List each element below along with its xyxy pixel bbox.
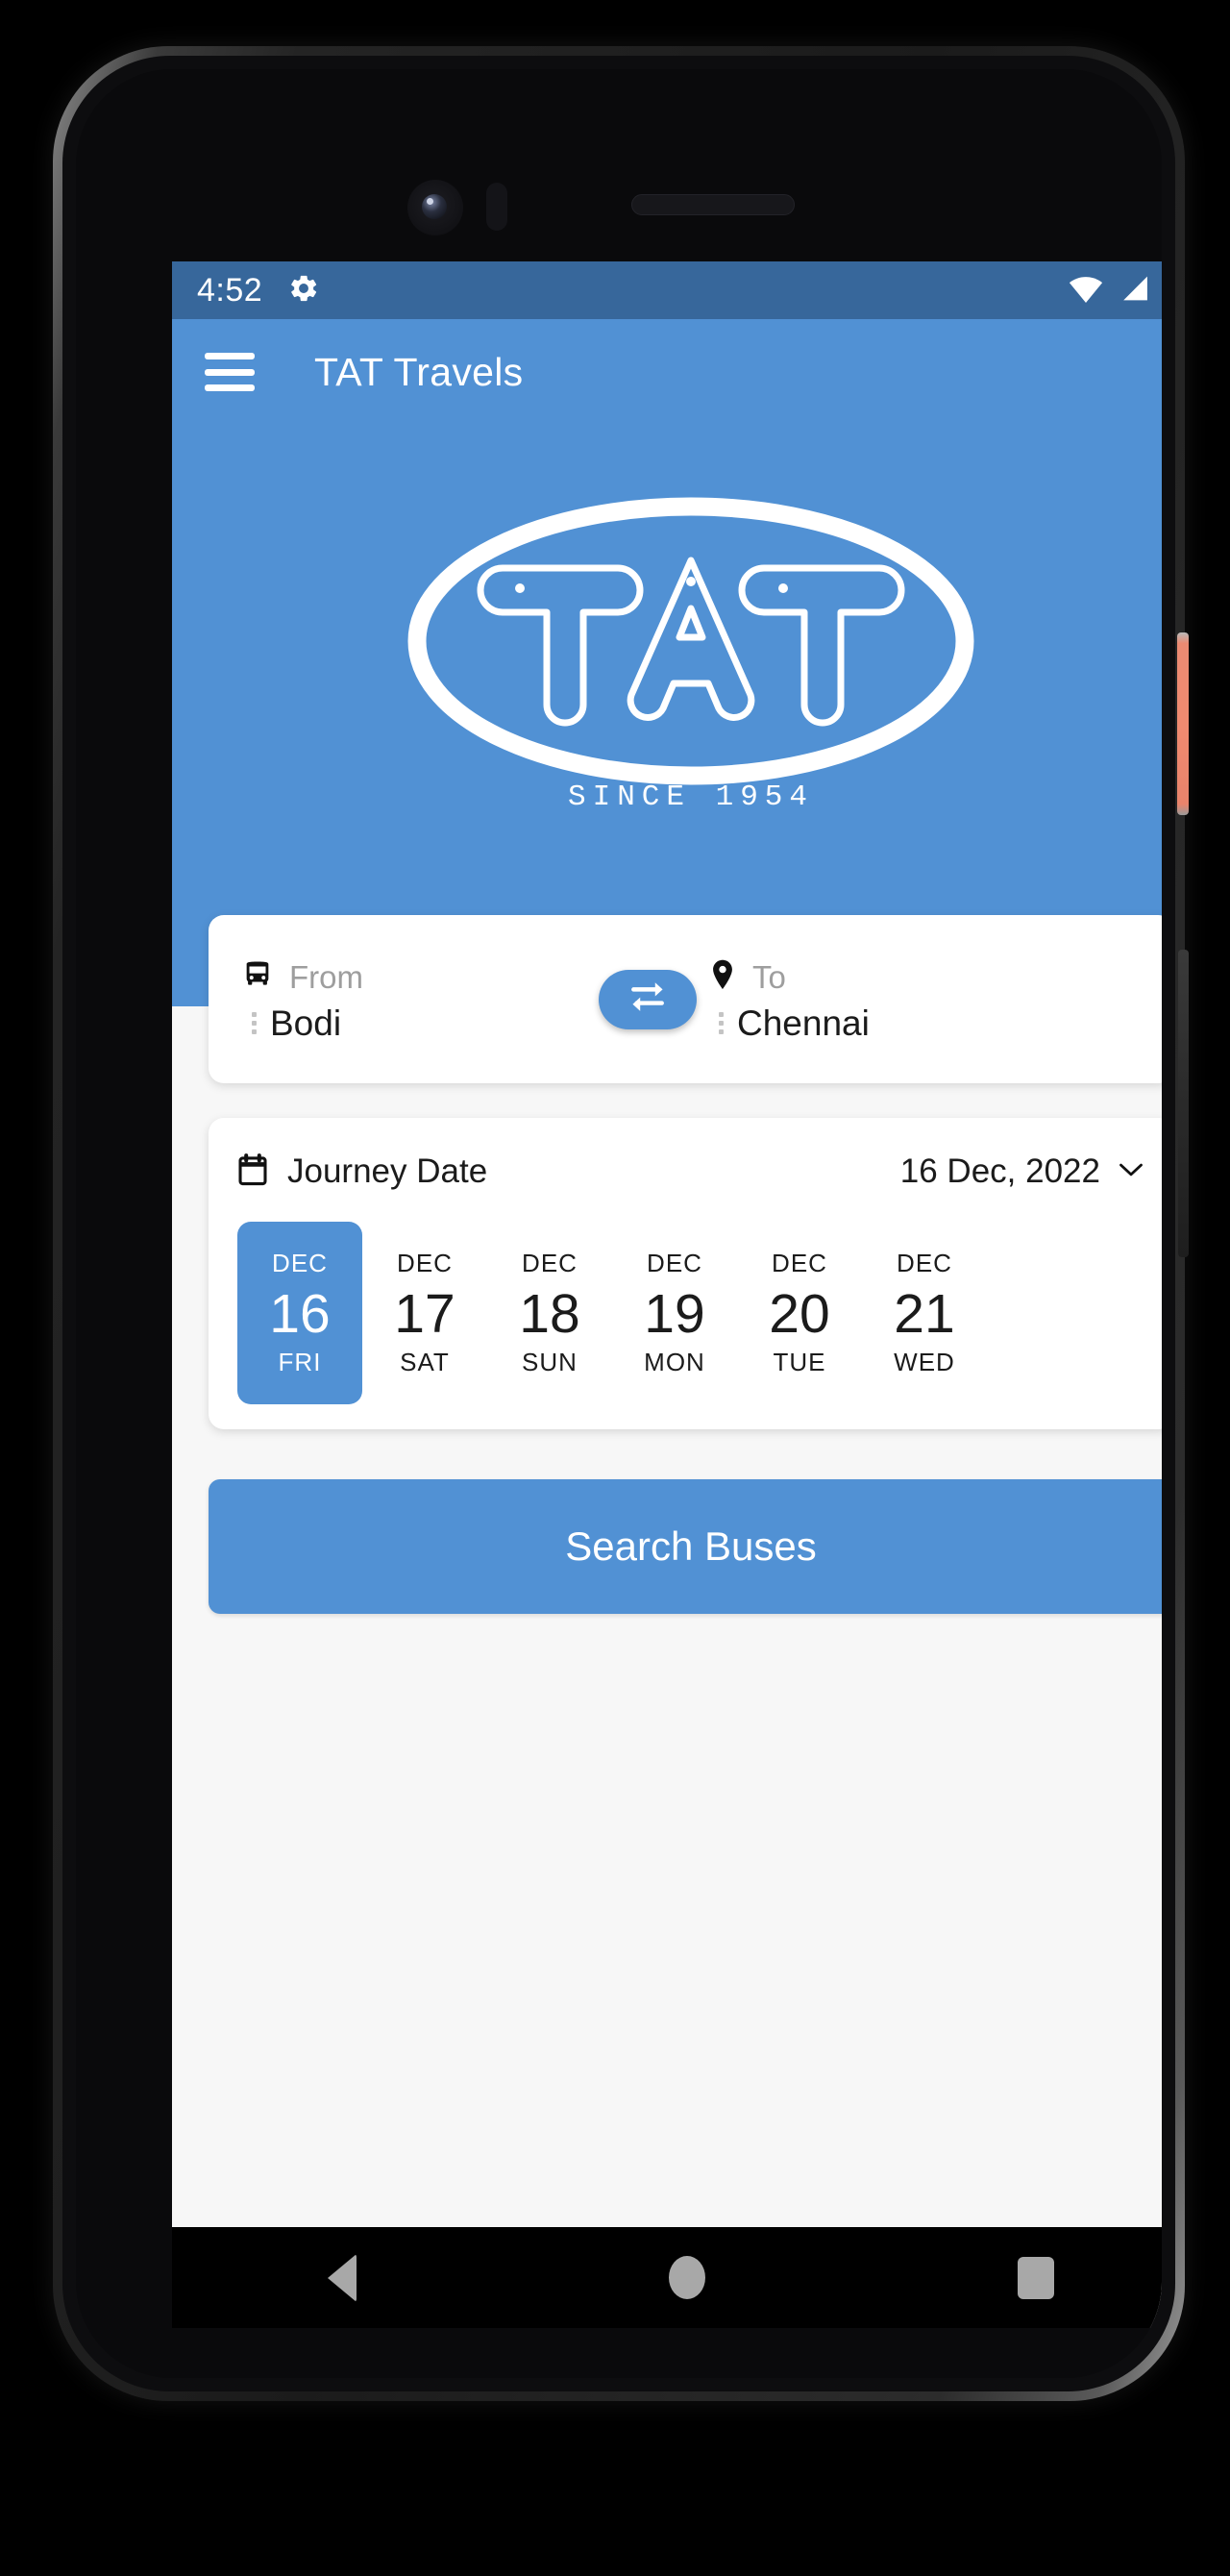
date-chip-month: DEC — [397, 1248, 453, 1277]
tat-logo-icon — [407, 497, 974, 785]
date-chip[interactable]: DEC 21 WED — [862, 1222, 987, 1404]
proximity-sensor-icon — [486, 183, 507, 231]
to-field[interactable]: To Chennai — [699, 955, 1054, 1044]
to-value-row: Chennai — [708, 1003, 1054, 1044]
route-card: From Bodi To Chennai — [209, 915, 1162, 1083]
date-chip-month: DEC — [522, 1248, 578, 1277]
app-bar: TAT Travels — [172, 319, 1162, 425]
status-bar-clock: 4:52 — [197, 271, 263, 309]
content-area: From Bodi To Chennai Journey Date 16 Dec… — [172, 915, 1162, 2165]
calendar-icon — [237, 1152, 268, 1191]
hamburger-bar-3 — [205, 384, 255, 391]
journey-date-title-group: Journey Date — [237, 1152, 487, 1191]
date-chip-weekday: FRI — [278, 1348, 322, 1377]
date-chip[interactable]: DEC 17 SAT — [362, 1222, 487, 1404]
screenshot-stage: 4:52 TAT Travels SINCE 1954 From Bodi To… — [0, 0, 1230, 2576]
chevron-down-icon — [1118, 1160, 1144, 1184]
hamburger-menu-icon[interactable] — [205, 353, 255, 391]
date-chip[interactable]: DEC 18 SUN — [487, 1222, 612, 1404]
date-chip-weekday: SUN — [522, 1348, 578, 1377]
date-chip-day: 21 — [894, 1282, 955, 1345]
page-title: TAT Travels — [314, 349, 524, 394]
from-value-row: Bodi — [241, 1003, 597, 1044]
date-chip-weekday: MON — [644, 1348, 705, 1377]
hamburger-bar-2 — [205, 368, 255, 376]
date-picker-trigger[interactable]: 16 Dec, 2022 — [900, 1152, 1144, 1191]
journey-date-card: Journey Date 16 Dec, 2022 DEC 16 FRI DEC… — [209, 1118, 1162, 1429]
phone-bezel: 4:52 TAT Travels SINCE 1954 From Bodi To… — [62, 56, 1175, 2391]
bus-icon — [241, 958, 274, 996]
volume-rocker-button[interactable] — [1178, 950, 1189, 1257]
location-pin-icon — [708, 958, 737, 996]
cellular-signal-icon — [1118, 273, 1150, 309]
date-chip-month: DEC — [647, 1248, 702, 1277]
date-chip[interactable]: DEC 16 FRI — [237, 1222, 362, 1404]
wifi-icon — [1068, 273, 1104, 309]
to-label: To — [752, 958, 786, 995]
tat-logo: SINCE 1954 — [403, 497, 979, 843]
to-dotted-connector-icon — [712, 1012, 724, 1034]
date-chip-day: 19 — [644, 1282, 705, 1345]
nav-back-icon[interactable] — [328, 2253, 357, 2302]
date-chip-weekday: WED — [894, 1348, 955, 1377]
date-chip-day: 16 — [269, 1282, 331, 1345]
status-bar: 4:52 — [172, 261, 1162, 319]
from-dotted-connector-icon — [245, 1012, 257, 1034]
hamburger-bar-1 — [205, 353, 255, 359]
search-buses-button[interactable]: Search Buses — [209, 1479, 1162, 1614]
date-chip-weekday: TUE — [773, 1348, 826, 1377]
date-chip-day: 17 — [394, 1282, 455, 1345]
nav-recents-icon[interactable] — [1017, 2256, 1054, 2299]
phone-front: 4:52 TAT Travels SINCE 1954 From Bodi To… — [76, 69, 1162, 2378]
from-label: From — [289, 958, 363, 995]
tat-logo-tagline: SINCE 1954 — [567, 780, 815, 814]
phone-screen: 4:52 TAT Travels SINCE 1954 From Bodi To… — [172, 261, 1162, 2328]
gear-icon — [287, 272, 320, 310]
swap-arrows-icon — [627, 980, 669, 1018]
status-bar-icons — [1068, 271, 1162, 310]
hero-banner: SINCE 1954 — [172, 425, 1162, 915]
journey-date-header: Journey Date 16 Dec, 2022 — [237, 1145, 1144, 1199]
date-chip-day: 18 — [519, 1282, 580, 1345]
to-header: To — [708, 955, 1054, 1000]
date-chip-month: DEC — [897, 1248, 952, 1277]
earpiece-speaker — [631, 194, 795, 215]
date-chip-day: 20 — [769, 1282, 830, 1345]
nav-home-icon[interactable] — [668, 2256, 705, 2299]
from-field[interactable]: From Bodi — [241, 955, 597, 1044]
date-chip[interactable]: DEC 19 MON — [612, 1222, 737, 1404]
front-camera-icon — [422, 194, 447, 219]
swap-locations-button[interactable] — [599, 969, 697, 1029]
camera-highlight — [427, 198, 433, 205]
date-chip-list: DEC 16 FRI DEC 17 SAT DEC 18 SUN DEC 19 MON DEC 20 TUE… — [237, 1222, 1144, 1404]
date-chip-month: DEC — [272, 1248, 328, 1277]
selected-date-value: 16 Dec, 2022 — [899, 1152, 1100, 1190]
from-value: Bodi — [270, 1003, 342, 1043]
power-button[interactable] — [1177, 632, 1189, 815]
journey-date-label: Journey Date — [287, 1152, 488, 1190]
android-navigation-bar — [172, 2227, 1162, 2328]
date-chip[interactable]: DEC 20 TUE — [737, 1222, 862, 1404]
to-value: Chennai — [737, 1003, 870, 1043]
phone-frame: 4:52 TAT Travels SINCE 1954 From Bodi To… — [53, 46, 1189, 2401]
date-chip-weekday: SAT — [400, 1348, 450, 1377]
from-header: From — [241, 955, 597, 1000]
date-chip-month: DEC — [772, 1248, 827, 1277]
